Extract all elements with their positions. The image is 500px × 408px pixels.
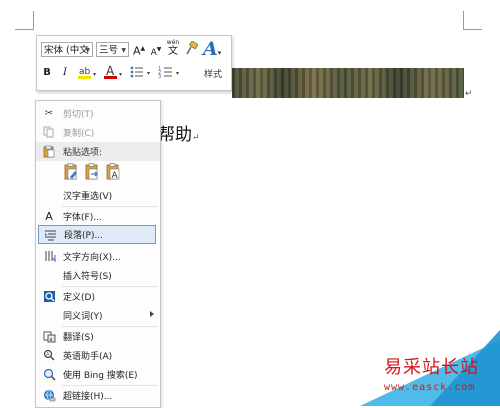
menu-item-copy[interactable]: 复制(C) bbox=[36, 123, 160, 142]
svg-text:▾: ▾ bbox=[119, 71, 122, 78]
chevron-down-icon: ▼ bbox=[121, 47, 126, 54]
italic-button[interactable]: I bbox=[59, 66, 71, 80]
scissors-icon: ✂ bbox=[44, 108, 54, 119]
numbered-list-icon: 123 ▾ bbox=[158, 66, 179, 80]
bold-button[interactable]: B bbox=[41, 66, 53, 80]
menu-item-paragraph[interactable]: 段落(P)... bbox=[38, 225, 156, 244]
grow-font-button[interactable]: A▲ bbox=[133, 42, 145, 59]
shrink-font-button[interactable]: A▼ bbox=[150, 43, 162, 60]
paste-text-only-icon: A bbox=[106, 163, 120, 181]
paragraph-icon bbox=[43, 229, 57, 242]
watermark-site-name: 易采站长站 bbox=[384, 357, 479, 378]
styles-label[interactable]: 样式 bbox=[204, 67, 222, 80]
svg-text:▾: ▾ bbox=[147, 70, 150, 77]
bold-icon: B bbox=[43, 67, 51, 78]
translate-icon: a bbox=[42, 330, 56, 343]
phonetic-guide-button[interactable]: wén 文 bbox=[165, 39, 181, 57]
clipboard-icon bbox=[42, 145, 56, 158]
highlight-color-button[interactable]: ab ▾ bbox=[77, 64, 99, 85]
document-body-text[interactable]: 帮助↵ bbox=[158, 120, 200, 145]
svg-text:A: A bbox=[46, 352, 50, 358]
font-size-value: 三号 bbox=[99, 45, 119, 56]
menu-item-insert-symbol[interactable]: 插入符号(S) bbox=[36, 266, 160, 285]
font-size-combobox[interactable]: 三号 ▼ bbox=[96, 42, 129, 57]
font-color-button[interactable]: A ▾ bbox=[103, 64, 125, 85]
menu-item-cut[interactable]: ✂ 剪切(T) bbox=[36, 104, 160, 123]
svg-text:3: 3 bbox=[158, 74, 161, 80]
chevron-down-icon: ▼ bbox=[85, 47, 90, 54]
english-assistant-icon: A bbox=[42, 349, 56, 362]
menu-item-hanzi-reselect[interactable]: 汉字重选(V) bbox=[36, 186, 160, 205]
format-painter-button[interactable] bbox=[184, 40, 199, 60]
watermark-url: www.easck.com bbox=[384, 382, 476, 393]
menu-item-hyperlink[interactable]: 超链接(H)... bbox=[36, 386, 160, 405]
menu-item-bing-search[interactable]: 使用 Bing 搜索(E) bbox=[36, 365, 160, 384]
svg-text:▾: ▾ bbox=[93, 71, 96, 78]
menu-item-synonyms[interactable]: 同义词(Y) bbox=[36, 306, 160, 325]
svg-text:A: A bbox=[106, 64, 115, 78]
menu-item-text-direction[interactable]: 文字方向(X)... bbox=[36, 247, 160, 266]
font-icon: A bbox=[45, 210, 53, 223]
highlighter-icon: ab ▾ bbox=[78, 67, 96, 79]
page-corner-mark-top-right bbox=[463, 11, 482, 30]
paragraph-mark: ↵ bbox=[192, 133, 200, 143]
font-name-value: 宋体 (中文 bbox=[44, 45, 89, 56]
copy-icon bbox=[42, 126, 56, 139]
paste-keep-formatting-button[interactable] bbox=[64, 163, 80, 181]
font-color-icon: A ▾ bbox=[104, 64, 122, 79]
paste-text-only-button[interactable]: A bbox=[106, 163, 122, 181]
numbering-button[interactable]: 1 2 3 ▾ bbox=[158, 64, 184, 85]
menu-item-english-assistant[interactable]: A 英语助手(A) bbox=[36, 346, 160, 365]
paste-merge-formatting-icon bbox=[85, 163, 98, 180]
hyperlink-icon bbox=[42, 389, 56, 402]
phonetic-guide-icon: 文 bbox=[168, 46, 178, 57]
search-icon bbox=[42, 368, 56, 381]
text-direction-icon bbox=[42, 250, 56, 263]
context-menu: ✂ 剪切(T) 复制(C) 粘贴选项: A 汉字重选(V) A 字体(F)...… bbox=[35, 100, 161, 408]
document-image[interactable] bbox=[232, 68, 464, 98]
grow-font-icon: A bbox=[133, 44, 141, 58]
font-name-combobox[interactable]: 宋体 (中文 ▼ bbox=[41, 42, 93, 57]
bullets-button[interactable]: ▾ bbox=[129, 64, 155, 85]
body-text: 帮助 bbox=[158, 125, 192, 145]
paste-merge-formatting-button[interactable] bbox=[85, 163, 101, 181]
svg-text:a: a bbox=[49, 337, 52, 343]
bullet-list-icon: ▾ bbox=[130, 66, 150, 78]
styles-icon[interactable]: A▾ bbox=[203, 38, 221, 60]
paste-keep-formatting-icon bbox=[64, 163, 77, 180]
page-corner-mark-top-left bbox=[15, 11, 34, 30]
svg-text:▾: ▾ bbox=[176, 70, 179, 77]
mini-toolbar: 宋体 (中文 ▼ 三号 ▼ A▲ A▼ wén 文 A▾ B I ab ▾ A ▾ … bbox=[36, 35, 232, 91]
paragraph-mark: ↵ bbox=[465, 89, 473, 99]
menu-item-font[interactable]: A 字体(F)... bbox=[36, 207, 160, 226]
svg-text:ab: ab bbox=[79, 67, 91, 77]
define-icon bbox=[42, 290, 56, 303]
italic-icon: I bbox=[63, 67, 67, 78]
menu-item-define[interactable]: 定义(D) bbox=[36, 287, 160, 306]
menu-item-translate[interactable]: a 翻译(S) bbox=[36, 327, 160, 346]
format-painter-icon bbox=[186, 40, 199, 55]
svg-text:A: A bbox=[112, 171, 119, 181]
submenu-arrow-icon bbox=[150, 311, 154, 317]
menu-item-paste-options: 粘贴选项: bbox=[36, 142, 160, 161]
